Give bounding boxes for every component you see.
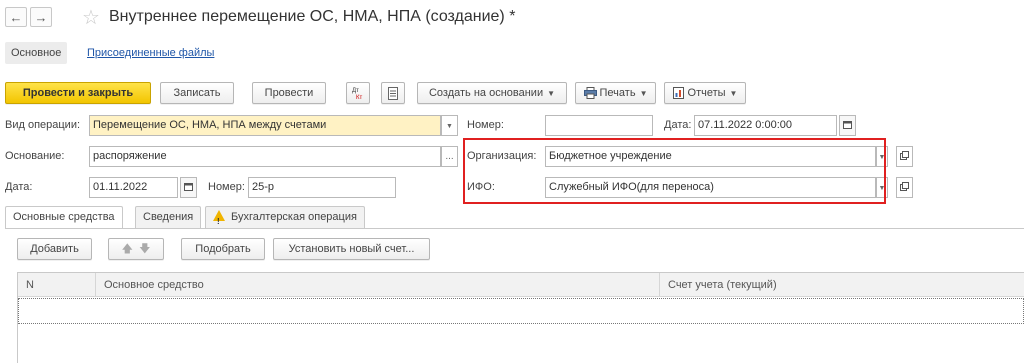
- ellipsis-icon: ...: [445, 151, 454, 162]
- basis-label: Основание:: [5, 150, 65, 162]
- print-label: Печать: [599, 87, 636, 99]
- chevron-down-icon: ▼: [729, 89, 738, 98]
- arrow-up-icon[interactable]: 🡅: [122, 243, 133, 255]
- date2-field[interactable]: 01.11.2022: [89, 177, 178, 198]
- operation-type-label: Вид операции:: [5, 119, 81, 131]
- number2-label: Номер:: [208, 181, 245, 193]
- move-buttons[interactable]: 🡅 🡇: [108, 238, 164, 260]
- set-new-account-button[interactable]: Установить новый счет...: [273, 238, 430, 260]
- basis-field[interactable]: распоряжение: [89, 146, 441, 167]
- calendar-icon: [843, 121, 852, 129]
- column-divider: [659, 273, 660, 297]
- print-button[interactable]: Печать ▼: [575, 82, 656, 104]
- calendar-icon: [184, 183, 193, 191]
- highlight-box: [463, 138, 886, 204]
- number-field[interactable]: [545, 115, 653, 136]
- document-list-button[interactable]: [381, 82, 405, 104]
- organization-open-button[interactable]: [896, 146, 913, 167]
- create-based-on-button[interactable]: Создать на основании ▼: [417, 82, 567, 104]
- dt-kt-button[interactable]: Дт Кт: [346, 82, 370, 104]
- forward-button[interactable]: →: [30, 7, 52, 27]
- favorite-star-icon[interactable]: ☆: [82, 5, 100, 30]
- create-based-on-label: Создать на основании: [428, 87, 544, 99]
- date-field[interactable]: 07.11.2022 0:00:00: [694, 115, 837, 136]
- table-row[interactable]: [18, 298, 1024, 324]
- chevron-down-icon: ▼: [639, 89, 648, 98]
- number-label: Номер:: [467, 119, 504, 131]
- svg-text:Кт: Кт: [356, 95, 362, 100]
- arrow-down-icon[interactable]: 🡇: [139, 243, 150, 255]
- tab-details[interactable]: Сведения: [135, 206, 202, 228]
- post-button[interactable]: Провести: [252, 82, 326, 104]
- operation-type-dropdown[interactable]: ▼: [441, 115, 458, 136]
- assets-table[interactable]: N Основное средство Счет учета (текущий): [17, 272, 1024, 363]
- tab-fixed-assets[interactable]: Основные средства: [5, 206, 123, 229]
- date2-label: Дата:: [5, 181, 33, 193]
- warning-icon: [213, 210, 225, 232]
- column-header-n[interactable]: N: [20, 273, 34, 297]
- column-header-asset[interactable]: Основное средство: [98, 273, 204, 297]
- save-button[interactable]: Записать: [160, 82, 234, 104]
- reports-button[interactable]: Отчеты ▼: [664, 82, 746, 104]
- column-divider: [95, 273, 96, 297]
- basis-select-button[interactable]: ...: [441, 146, 458, 167]
- dt-kt-icon: Дт Кт: [352, 88, 362, 100]
- date-label: Дата:: [664, 119, 692, 131]
- open-link-icon: [900, 151, 909, 160]
- subtab-attached-files[interactable]: Присоединенные файлы: [87, 42, 214, 64]
- operation-type-field[interactable]: Перемещение ОС, НМА, НПА между счетами: [89, 115, 441, 136]
- tabs-divider: [5, 228, 1024, 229]
- pick-button[interactable]: Подобрать: [181, 238, 265, 260]
- report-icon: [672, 87, 684, 100]
- reports-label: Отчеты: [687, 87, 726, 99]
- post-and-close-button[interactable]: Провести и закрыть: [5, 82, 151, 104]
- chevron-down-icon: ▼: [446, 123, 453, 130]
- calendar-button[interactable]: [839, 115, 856, 136]
- open-link-icon: [900, 182, 909, 191]
- document-icon: [388, 86, 398, 100]
- printer-icon: [583, 87, 597, 100]
- number2-field[interactable]: 25-р: [248, 177, 396, 198]
- column-header-account[interactable]: Счет учета (текущий): [662, 273, 777, 297]
- ifo-open-button[interactable]: [896, 177, 913, 198]
- svg-text:Дт: Дт: [352, 88, 359, 94]
- tab-accounting-operation[interactable]: Бухгалтерская операция: [205, 206, 365, 232]
- arrow-right-icon: →: [34, 9, 48, 25]
- chevron-down-icon: ▼: [547, 89, 556, 98]
- calendar2-button[interactable]: [180, 177, 197, 198]
- back-button[interactable]: ←: [5, 7, 27, 27]
- subtab-main[interactable]: Основное: [5, 42, 68, 64]
- tab-accounting-operation-label: Бухгалтерская операция: [231, 211, 357, 223]
- table-header: N Основное средство Счет учета (текущий): [18, 273, 1024, 297]
- add-button[interactable]: Добавить: [17, 238, 92, 260]
- arrow-left-icon: ←: [9, 9, 23, 25]
- page-title: Внутреннее перемещение ОС, НМА, НПА (соз…: [109, 8, 516, 25]
